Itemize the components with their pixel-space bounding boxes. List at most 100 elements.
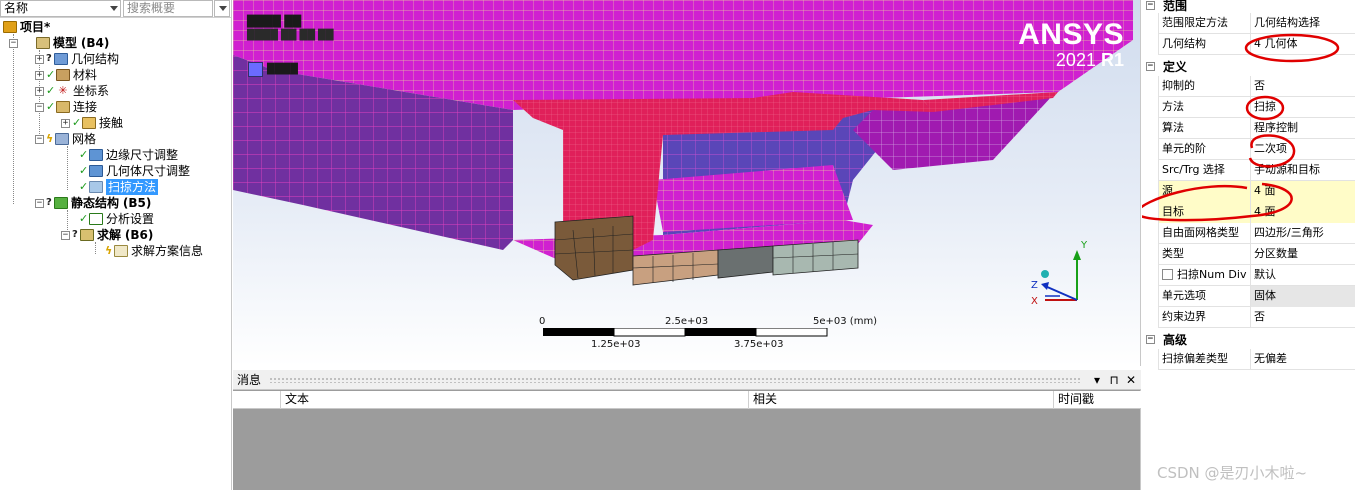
search-outline-input[interactable]: 搜索概要 (123, 0, 213, 17)
detail-value[interactable]: 四边形/三角形 (1251, 223, 1355, 244)
detail-value[interactable]: 4 几何体 (1251, 34, 1355, 55)
panel-menu-button[interactable]: ▾ (1090, 373, 1104, 387)
tree-item-body-sizing[interactable]: ✓ 几何体尺寸调整 (79, 163, 190, 179)
detail-key: 算法 (1158, 118, 1251, 139)
tree-connector (13, 34, 14, 204)
detail-value[interactable]: 4 面 (1251, 181, 1355, 202)
tree-item-suffix: (B6) (124, 228, 154, 242)
detail-row-type[interactable]: 类型 分区数量 (1158, 244, 1355, 265)
detail-row-element-option[interactable]: 单元选项 固体 (1158, 286, 1355, 307)
ansys-version: 2021 R1 (1018, 50, 1124, 70)
detail-row-sweep-num-div[interactable]: 扫掠Num Div 默认 (1158, 265, 1355, 286)
section-definition[interactable]: − 定义 (1142, 56, 1355, 76)
graphics-viewport[interactable]: ████ ██ ████ ██ ██ ██ ████ ANSYS 2021 R1… (233, 0, 1141, 366)
column-text[interactable]: 文本 (280, 391, 748, 409)
detail-value[interactable]: 分区数量 (1251, 244, 1355, 265)
ansys-release: R1 (1100, 50, 1124, 70)
collapse-toggle[interactable]: − (1146, 61, 1155, 71)
scale-bar-graphic (543, 328, 828, 337)
search-outline-placeholder: 搜索概要 (127, 1, 176, 15)
tree-item-solution-information[interactable]: ϟ 求解方案信息 (105, 243, 203, 259)
tree-item-contacts[interactable]: + ✓ 接触 (61, 115, 123, 131)
detail-row-element-order[interactable]: 单元的阶 二次项 (1158, 139, 1355, 160)
expand-toggle[interactable]: + (35, 54, 44, 64)
pin-icon[interactable]: ⊓ (1107, 373, 1121, 387)
tree-item-analysis-settings[interactable]: ✓ 分析设置 (79, 211, 154, 227)
tree-item-label: 扫掠方法 (106, 179, 159, 195)
detail-row-algorithm[interactable]: 算法 程序控制 (1158, 118, 1355, 139)
detail-row-suppressed[interactable]: 抑制的 否 (1158, 76, 1355, 97)
tree-item-geometry[interactable]: + ? 几何结构 (35, 51, 119, 67)
detail-key: 单元选项 (1158, 286, 1251, 307)
collapse-toggle[interactable]: − (61, 230, 70, 240)
detail-value[interactable]: 默认 (1251, 265, 1355, 286)
panel-grip[interactable] (269, 376, 1082, 383)
coordinate-triad[interactable]: Y Z X (1025, 236, 1095, 308)
parameter-checkbox[interactable] (1162, 269, 1173, 280)
collapse-toggle[interactable]: − (35, 102, 44, 112)
detail-value[interactable]: 否 (1251, 76, 1355, 97)
collapse-toggle[interactable]: − (1146, 0, 1155, 10)
solution-information-icon (114, 245, 128, 257)
detail-value[interactable]: 4 面 (1251, 202, 1355, 223)
tree-item-model[interactable]: − 模型 (B4) (9, 35, 109, 51)
detail-value[interactable]: 二次项 (1251, 139, 1355, 160)
detail-row-sweep-bias-type[interactable]: 扫掠偏差类型 无偏差 (1158, 349, 1355, 370)
detail-row-scoping-method[interactable]: 范围限定方法 几何结构选择 (1158, 13, 1355, 34)
detail-value[interactable]: 扫掠 (1251, 97, 1355, 118)
detail-row-free-face-mesh-type[interactable]: 自由面网格类型 四边形/三角形 (1158, 223, 1355, 244)
detail-value[interactable]: 几何结构选择 (1251, 13, 1355, 34)
tree-item-label: 模型 (53, 36, 78, 50)
detail-value[interactable]: 固体 (1251, 286, 1355, 307)
tree-item-static-structural[interactable]: − ? 静态结构 (B5) (35, 195, 151, 211)
detail-row-src-trg-selection[interactable]: Src/Trg 选择 手动源和目标 (1158, 160, 1355, 181)
detail-value[interactable]: 无偏差 (1251, 349, 1355, 370)
materials-icon (56, 69, 70, 81)
detail-row-source[interactable]: 源 4 面 (1158, 181, 1355, 202)
detail-key: 扫掠Num Div (1158, 265, 1251, 286)
detail-row-geometry[interactable]: 几何结构 4 几何体 (1158, 34, 1355, 55)
tree-item-sweep-method[interactable]: ✓ 扫掠方法 (79, 179, 159, 195)
tree-item-connections[interactable]: − ✓ 连接 (35, 99, 97, 115)
sweep-method-icon (89, 181, 103, 193)
search-options-dropdown[interactable] (214, 0, 230, 17)
collapse-toggle[interactable]: − (1146, 334, 1155, 344)
collapse-toggle[interactable]: − (35, 198, 44, 208)
section-advanced[interactable]: − 高级 (1142, 329, 1355, 349)
tree-item-edge-sizing[interactable]: ✓ 边缘尺寸调整 (79, 147, 178, 163)
collapse-toggle[interactable]: − (35, 134, 44, 144)
expand-toggle[interactable]: + (61, 118, 70, 128)
column-timestamp[interactable]: 时间戳 (1053, 391, 1141, 409)
tree-connector (95, 242, 96, 254)
tree-item-materials[interactable]: + ✓ 材料 (35, 67, 97, 83)
column-association[interactable]: 相关 (748, 391, 1053, 409)
triad-z-label: Z (1031, 280, 1038, 291)
detail-row-constrain-boundary[interactable]: 约束边界 否 (1158, 307, 1355, 328)
connections-icon (56, 101, 70, 113)
expand-toggle[interactable]: + (35, 86, 44, 96)
tree-item-mesh[interactable]: − ϟ 网格 (35, 131, 96, 147)
undefined-state-icon: ? (72, 229, 78, 240)
section-title: 范围 (1163, 0, 1188, 13)
scale-bar: 0 2.5e+03 5e+03 (mm) 1.25e+03 3.75e+03 (533, 316, 877, 358)
close-icon[interactable]: ✕ (1124, 373, 1138, 387)
scale-label-q1: 1.25e+03 (591, 339, 641, 350)
detail-value[interactable]: 否 (1251, 307, 1355, 328)
expand-toggle[interactable]: + (35, 70, 44, 80)
detail-value[interactable]: 程序控制 (1251, 118, 1355, 139)
tree-item-label: 几何结构 (71, 52, 120, 66)
detail-row-method[interactable]: 方法 扫掠 (1158, 97, 1355, 118)
ansys-brand: ANSYS (1018, 18, 1124, 51)
name-filter-dropdown[interactable]: 名称 (0, 0, 121, 17)
tree-item-solution[interactable]: − ? 求解 (B6) (61, 227, 153, 243)
lightning-bolt-icon: ϟ (105, 244, 113, 257)
collapse-toggle[interactable]: − (9, 38, 18, 48)
detail-value[interactable]: 手动源和目标 (1251, 160, 1355, 181)
detail-key: 自由面网格类型 (1158, 223, 1251, 244)
tree-item-coordinate-systems[interactable]: + ✓ ✳ 坐标系 (35, 83, 109, 99)
detail-row-target[interactable]: 目标 4 面 (1158, 202, 1355, 223)
ansys-year: 2021 (1055, 50, 1096, 70)
tree-item-project[interactable]: 项目* (3, 19, 50, 35)
coordinate-system-icon: ✳ (58, 84, 68, 97)
detail-key: 单元的阶 (1158, 139, 1251, 160)
